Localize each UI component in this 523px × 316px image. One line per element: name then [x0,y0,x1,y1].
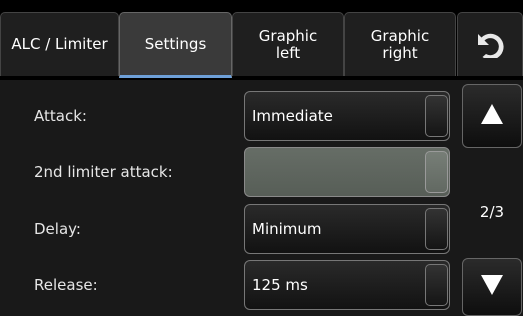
dropdown-handle [425,151,448,193]
triangle-up-icon [480,103,504,129]
delay-select[interactable]: Minimum [244,204,450,254]
dropdown-handle [425,264,448,306]
scroll-up-button[interactable] [462,84,522,148]
release-value: 125 ms [252,276,308,294]
undo-icon [472,28,508,62]
attack-value: Immediate [252,107,333,125]
dropdown-handle [425,208,448,250]
tab-label: Graphic right [370,26,430,62]
page-indicator: 2/3 [479,203,505,221]
tab-label: Settings [144,34,207,53]
tab-graphic-right[interactable]: Graphic right [344,12,456,76]
tab-label: Graphic left [258,26,318,62]
release-select[interactable]: 125 ms [244,260,450,310]
attack-label: Attack: [34,107,87,125]
tab-label: ALC / Limiter [11,35,108,53]
triangle-down-icon [480,274,504,300]
delay-value: Minimum [252,220,322,238]
settings-panel: Attack: Immediate 2nd limiter attack: De… [0,80,523,316]
delay-label: Delay: [34,220,81,238]
scroll-down-button[interactable] [462,258,522,316]
tab-settings[interactable]: Settings [119,12,232,78]
attack-select[interactable]: Immediate [244,91,450,141]
tab-bar: ALC / Limiter Settings Graphic left Grap… [0,0,523,78]
second-limiter-attack-label: 2nd limiter attack: [34,163,173,181]
second-limiter-attack-select [244,147,450,197]
dropdown-handle [425,95,448,137]
undo-button[interactable] [457,12,523,76]
tab-alc-limiter[interactable]: ALC / Limiter [0,12,119,76]
release-label: Release: [34,276,98,294]
tab-graphic-left[interactable]: Graphic left [232,12,344,76]
